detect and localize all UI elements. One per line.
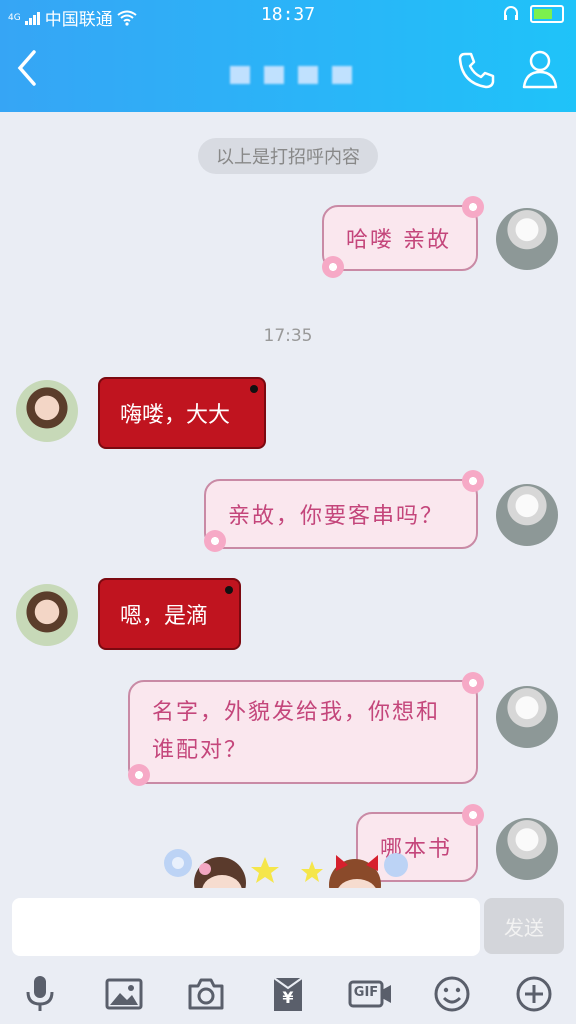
message-bubble-incoming[interactable]: 嗯，是滴 [98, 578, 241, 650]
flower-decoration [128, 764, 150, 786]
name-block [332, 66, 352, 84]
message-text: 名字，外貌发给我，你想和谁配对？ [152, 700, 441, 763]
name-block [264, 66, 284, 84]
back-arrow-icon[interactable] [12, 48, 42, 88]
phone-icon[interactable] [456, 50, 496, 90]
my-avatar[interactable] [496, 484, 558, 546]
flower-decoration [462, 672, 484, 694]
name-block [230, 66, 250, 84]
headset-icon [504, 6, 518, 20]
status-right [502, 5, 564, 23]
message-bubble-outgoing[interactable]: 哈喽 亲故 [322, 205, 478, 271]
message-text: 嗨喽，大大 [120, 403, 231, 428]
red-packet-icon[interactable]: ¥ [268, 974, 308, 1014]
snowflake-icon [164, 849, 192, 877]
phone-camera-decoration [250, 385, 258, 393]
name-block [298, 66, 318, 84]
contact-avatar[interactable] [16, 380, 78, 442]
status-bar: 4G 中国联通 18:37 [0, 0, 576, 30]
star-icon [251, 857, 279, 883]
top-bar: 4G 中国联通 18:37 [0, 0, 576, 112]
message-text: 亲故，你要客串吗？ [228, 504, 445, 529]
message-timestamp: 17:35 [263, 326, 313, 346]
message-bubble-outgoing[interactable]: 名字，外貌发给我，你想和谁配对？ [128, 680, 478, 784]
clock: 18:37 [260, 4, 316, 25]
star-icon [301, 861, 323, 882]
my-avatar[interactable] [496, 818, 558, 880]
emoji-icon[interactable] [432, 974, 472, 1014]
message-bubble-incoming[interactable]: 嗨喽，大大 [98, 377, 266, 449]
bottom-toolbar: ¥ GIF [0, 966, 576, 1024]
message-input[interactable] [12, 898, 480, 956]
flower-decoration [204, 530, 226, 552]
send-button[interactable]: 发送 [484, 898, 564, 954]
plus-icon[interactable] [514, 974, 554, 1014]
flower-decoration [462, 470, 484, 492]
message-text: 嗯，是滴 [120, 604, 209, 629]
flower-decoration [462, 804, 484, 826]
my-avatar[interactable] [496, 208, 558, 270]
microphone-icon[interactable] [20, 974, 60, 1014]
flower-decoration [462, 196, 484, 218]
gif-label: GIF [353, 985, 379, 1000]
gif-icon[interactable]: GIF [348, 974, 394, 1014]
red-packet-symbol: ¥ [282, 988, 294, 1007]
profile-icon[interactable] [520, 48, 560, 90]
phone-camera-decoration [225, 586, 233, 594]
system-note: 以上是打招呼内容 [198, 138, 378, 174]
contact-name [230, 52, 360, 98]
snowflake-icon [384, 853, 408, 877]
message-bubble-outgoing[interactable]: 亲故，你要客串吗？ [204, 479, 478, 549]
battery-icon [530, 5, 564, 23]
message-text: 哈喽 亲故 [346, 228, 451, 253]
image-icon[interactable] [104, 974, 144, 1014]
input-bar: 发送 [0, 888, 576, 966]
my-avatar[interactable] [496, 686, 558, 748]
camera-icon[interactable] [186, 974, 226, 1014]
flower-decoration [322, 256, 344, 278]
contact-avatar[interactable] [16, 584, 78, 646]
